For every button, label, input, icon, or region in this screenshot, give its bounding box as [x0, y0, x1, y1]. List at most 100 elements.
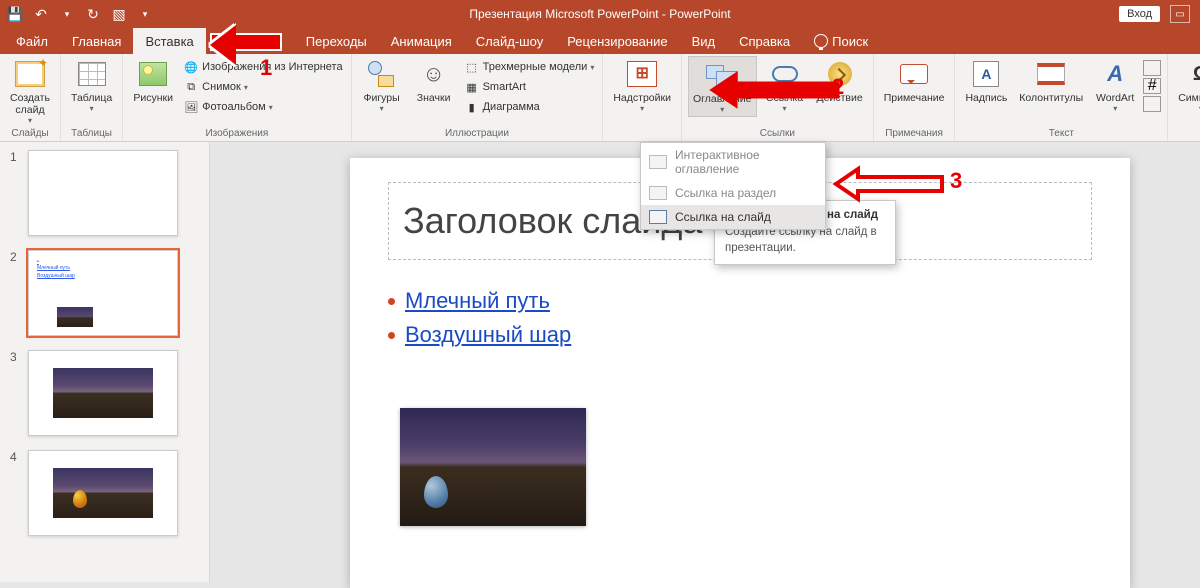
- save-icon[interactable]: 💾: [6, 5, 24, 23]
- pictures-label: Рисунки: [133, 92, 173, 104]
- link-button[interactable]: Ссылка ▾: [761, 56, 809, 115]
- thumbnail-number: 3: [10, 350, 20, 436]
- picture-icon: [139, 62, 167, 86]
- chevron-down-icon: ▾: [90, 104, 94, 113]
- textbox-icon: A: [973, 61, 999, 87]
- tab-slideshow[interactable]: Слайд-шоу: [464, 28, 555, 54]
- tab-home[interactable]: Главная: [60, 28, 133, 54]
- thumbnail-1[interactable]: 1: [10, 150, 199, 236]
- annotation-number-1: 1: [260, 55, 272, 81]
- bullet-icon: [388, 332, 395, 339]
- dropdown-item-slide-zoom[interactable]: Ссылка на слайд: [641, 205, 825, 229]
- group-comments-label: Примечания: [880, 128, 949, 141]
- omega-icon: Ω: [1188, 61, 1200, 87]
- hyperlink[interactable]: Воздушный шар: [405, 322, 571, 348]
- table-icon: [78, 62, 106, 86]
- tab-transitions[interactable]: Переходы: [206, 28, 379, 54]
- annotation-number-2: 2: [832, 74, 844, 100]
- thumbnail-image-preview: [53, 468, 153, 518]
- photo-album-button[interactable]: 🖼Фотоальбом▾: [181, 98, 344, 116]
- table-button[interactable]: Таблица ▾: [67, 56, 116, 115]
- smartart-button[interactable]: ▦SmartArt: [462, 78, 597, 96]
- group-images-label: Изображения: [129, 128, 344, 141]
- group-symbols-label: [1174, 139, 1200, 141]
- bullet-item: Млечный путь: [388, 288, 571, 314]
- date-time-icon[interactable]: [1143, 60, 1161, 76]
- thumbnail-4[interactable]: 4: [10, 450, 199, 536]
- tab-search[interactable]: Поиск: [802, 28, 880, 54]
- tab-review[interactable]: Рецензирование: [555, 28, 679, 54]
- dropdown-label: Ссылка на раздел: [675, 186, 776, 200]
- slide-image[interactable]: [400, 408, 586, 526]
- tab-animations[interactable]: Анимация: [379, 28, 464, 54]
- comment-button[interactable]: Примечание: [880, 56, 949, 106]
- group-illustrations-label: Иллюстрации: [358, 128, 597, 141]
- thumbnail-number: 1: [10, 150, 20, 236]
- tab-file[interactable]: Файл: [4, 28, 60, 54]
- undo-icon[interactable]: ↶: [32, 5, 50, 23]
- chevron-down-icon: ▾: [720, 105, 724, 114]
- chevron-down-icon: ▾: [590, 63, 594, 72]
- thumbnail-3[interactable]: 3: [10, 350, 199, 436]
- addins-button[interactable]: ⊞ Надстройки ▾: [609, 56, 675, 115]
- ribbon-tabs: Файл Главная Вставка Переходы Анимация С…: [0, 28, 1200, 54]
- undo-dropdown-icon[interactable]: ▾: [58, 5, 76, 23]
- comment-label: Примечание: [884, 92, 945, 104]
- icons-button[interactable]: ☺ Значки: [410, 56, 458, 106]
- link-icon: [772, 66, 798, 82]
- chevron-down-icon: ▾: [640, 104, 644, 113]
- headerfooter-button[interactable]: Колонтитулы: [1015, 56, 1087, 106]
- tab-help[interactable]: Справка: [727, 28, 802, 54]
- group-tables-label: Таблицы: [67, 128, 116, 141]
- thumbnail-slide: [28, 450, 178, 536]
- wordart-label: WordArt: [1096, 92, 1134, 104]
- chart-icon: ▮: [464, 99, 480, 115]
- document-title: Презентация Microsoft PowerPoint - Power…: [469, 7, 730, 21]
- slide-number-icon[interactable]: #: [1143, 78, 1161, 94]
- addins-label: Надстройки: [613, 92, 671, 104]
- ribbon-display-options-icon[interactable]: ▭: [1170, 5, 1190, 23]
- group-addins: ⊞ Надстройки ▾: [603, 54, 682, 141]
- body-placeholder[interactable]: Млечный путь Воздушный шар: [388, 288, 571, 356]
- symbols-label: Символы: [1178, 92, 1200, 104]
- smartart-label: SmartArt: [483, 81, 526, 93]
- thumbnail-slide: [28, 350, 178, 436]
- tab-insert[interactable]: Вставка: [133, 28, 205, 54]
- tab-view[interactable]: Вид: [680, 28, 728, 54]
- chart-button[interactable]: ▮Диаграмма: [462, 98, 597, 116]
- chart-label: Диаграмма: [483, 101, 540, 113]
- table-label: Таблица: [71, 92, 112, 104]
- zoom-icon: [706, 63, 738, 87]
- shapes-icon: [368, 61, 396, 87]
- album-icon: 🖼: [183, 99, 199, 115]
- symbols-button[interactable]: Ω Символы ▾: [1174, 56, 1200, 115]
- start-from-beginning-icon[interactable]: ▧: [110, 5, 128, 23]
- dropdown-item-summary-zoom[interactable]: Интерактивное оглавление: [641, 143, 825, 181]
- group-text: A Надпись Колонтитулы A WordArt ▾ # Текс…: [955, 54, 1168, 141]
- pictures-button[interactable]: Рисунки: [129, 56, 177, 106]
- zoom-button[interactable]: Оглавление ▾: [688, 56, 757, 117]
- chevron-down-icon: ▾: [783, 104, 787, 113]
- comment-icon: [900, 64, 928, 84]
- textbox-button[interactable]: A Надпись: [961, 56, 1011, 106]
- redo-icon[interactable]: ↻: [84, 5, 102, 23]
- summary-zoom-icon: [649, 155, 667, 169]
- shapes-button[interactable]: Фигуры ▾: [358, 56, 406, 115]
- dropdown-item-section-zoom[interactable]: Ссылка на раздел: [641, 181, 825, 205]
- zoom-dropdown-menu: Интерактивное оглавление Ссылка на разде…: [640, 142, 826, 230]
- icons-label: Значки: [417, 92, 451, 104]
- qat-customize-icon[interactable]: ▾: [136, 5, 154, 23]
- wordart-button[interactable]: A WordArt ▾: [1091, 56, 1139, 115]
- thumbnail-number: 4: [10, 450, 20, 536]
- textbox-label: Надпись: [965, 92, 1007, 104]
- object-icon[interactable]: [1143, 96, 1161, 112]
- new-slide-button[interactable]: Создать слайд ▾: [6, 56, 54, 127]
- group-links-label: Ссылки: [688, 128, 867, 141]
- new-slide-label: Создать слайд: [10, 92, 50, 116]
- thumbnail-2[interactable]: 2 Млечный путьВоздушный шар: [10, 250, 199, 336]
- signin-button[interactable]: Вход: [1119, 6, 1160, 22]
- group-illustrations: Фигуры ▾ ☺ Значки ⬚Трехмерные модели▾ ▦S…: [352, 54, 604, 141]
- wordart-icon: A: [1101, 61, 1129, 87]
- hyperlink[interactable]: Млечный путь: [405, 288, 550, 314]
- 3d-models-button[interactable]: ⬚Трехмерные модели▾: [462, 58, 597, 76]
